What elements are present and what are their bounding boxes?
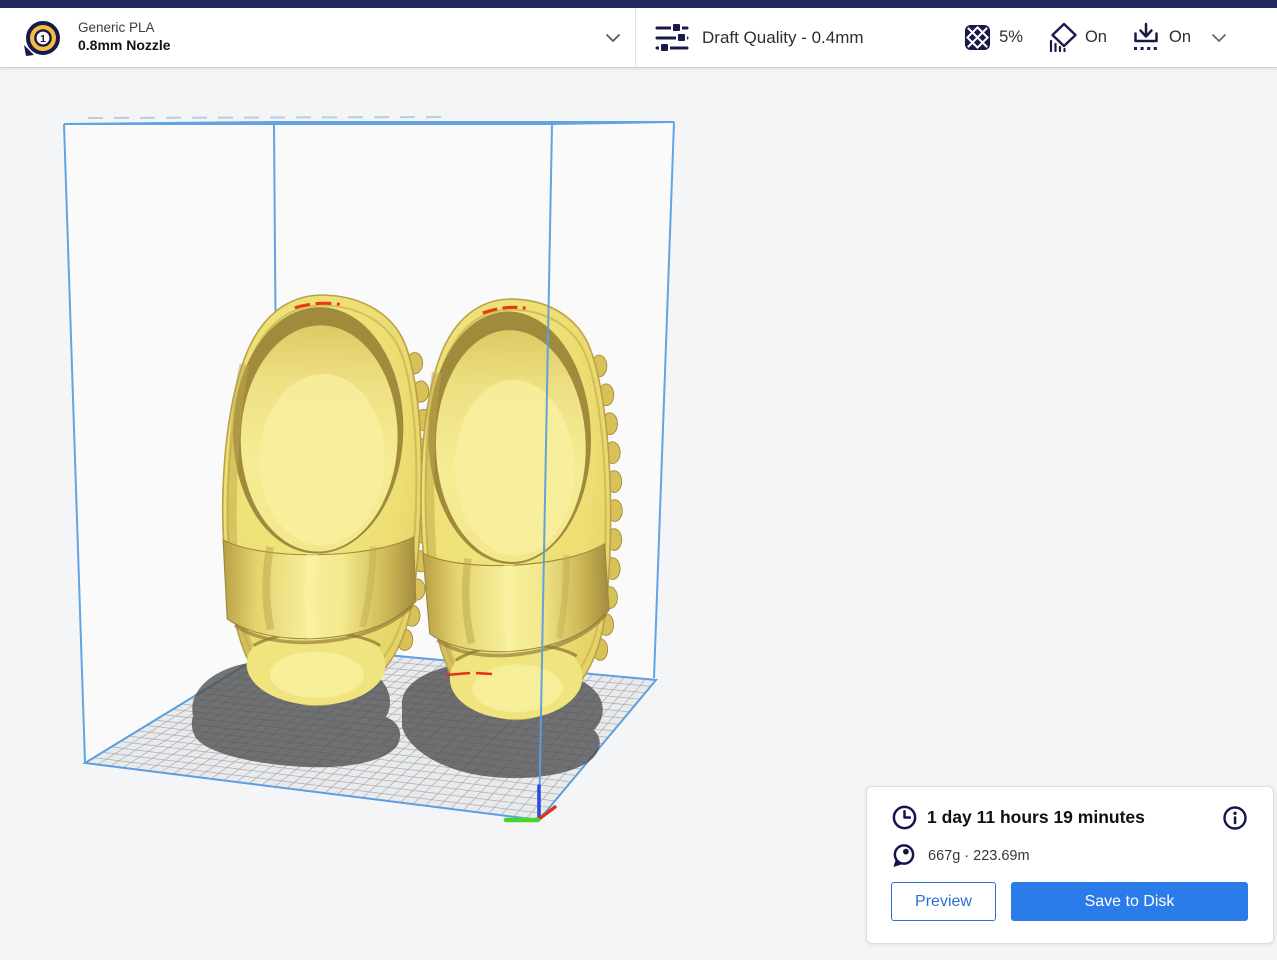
configuration-bar: 1 Generic PLA 0.8mm Nozzle: [0, 8, 1277, 68]
material-spool-icon: [891, 842, 916, 869]
support-setting: On: [1047, 22, 1107, 53]
info-icon: [1222, 805, 1248, 831]
model-left-slide[interactable]: [219, 294, 437, 708]
print-output-panel: 1 day 11 hours 19 minutes 667g · 223.69m: [866, 786, 1274, 944]
material-name: Generic PLA: [78, 20, 171, 37]
print-settings-sliders-icon: [655, 22, 689, 54]
infill-value: 5%: [999, 28, 1023, 47]
preview-button[interactable]: Preview: [891, 882, 996, 921]
infill-density-icon: [964, 24, 991, 51]
extruder-number: 1: [40, 32, 46, 44]
print-info-button[interactable]: [1222, 805, 1248, 831]
chevron-down-icon: [605, 33, 621, 43]
extruder-icon: 1: [22, 17, 64, 59]
nozzle-size: 0.8mm Nozzle: [78, 37, 171, 55]
material-usage: 667g · 223.69m: [928, 848, 1030, 864]
support-value: On: [1085, 28, 1107, 47]
3d-viewport[interactable]: 1 day 11 hours 19 minutes 667g · 223.69m: [0, 67, 1277, 960]
model-right-slide[interactable]: [417, 297, 626, 721]
material-config-selector[interactable]: 1 Generic PLA 0.8mm Nozzle: [0, 8, 636, 67]
save-to-disk-button[interactable]: Save to Disk: [1011, 882, 1248, 921]
adhesion-value: On: [1169, 28, 1191, 47]
chevron-down-icon: [1211, 33, 1227, 43]
adhesion-icon: [1131, 22, 1161, 53]
build-volume-top-dashed-line: [88, 117, 452, 118]
support-icon: [1047, 22, 1077, 53]
print-settings-selector[interactable]: Draft Quality - 0.4mm 5%: [637, 8, 1277, 67]
infill-setting: 5%: [964, 24, 1023, 51]
window-header-strip: [0, 0, 1277, 8]
cura-window: 1 Generic PLA 0.8mm Nozzle: [0, 0, 1277, 960]
adhesion-setting: On: [1131, 22, 1191, 53]
print-time: 1 day 11 hours 19 minutes: [927, 807, 1145, 828]
clock-icon: [891, 804, 918, 831]
profile-label: Draft Quality - 0.4mm: [702, 28, 864, 48]
